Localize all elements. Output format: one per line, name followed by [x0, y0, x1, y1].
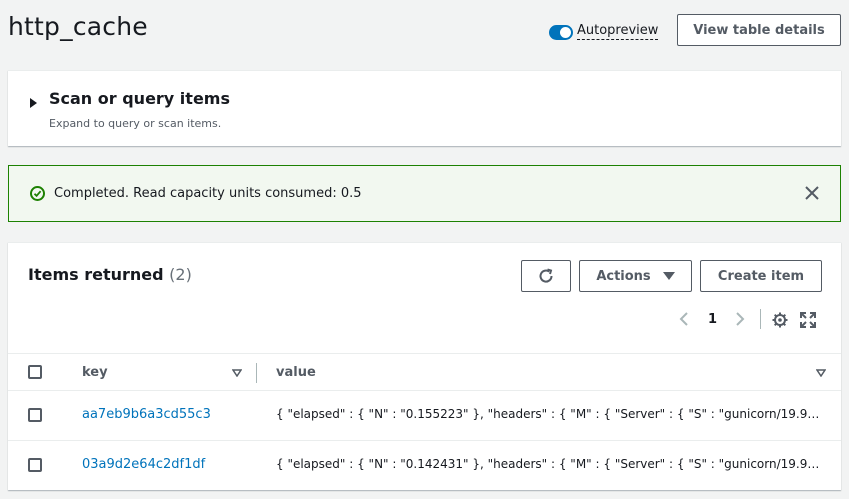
- caret-right-icon[interactable]: [30, 98, 37, 108]
- chevron-left-icon[interactable]: [679, 311, 689, 327]
- check-circle-icon: [30, 186, 45, 201]
- scan-query-subtitle: Expand to query or scan items.: [49, 117, 222, 130]
- column-divider[interactable]: [256, 363, 257, 383]
- sort-down-icon[interactable]: [816, 369, 826, 377]
- row-checkbox[interactable]: [28, 408, 42, 422]
- actions-dropdown[interactable]: Actions: [579, 260, 692, 292]
- close-icon[interactable]: [804, 185, 820, 201]
- sort-down-icon[interactable]: [232, 369, 242, 377]
- page-title: http_cache: [8, 12, 148, 41]
- select-all-checkbox[interactable]: [28, 365, 42, 379]
- view-table-details-button[interactable]: View table details: [677, 14, 841, 46]
- column-header-key[interactable]: key: [82, 365, 108, 380]
- pagination-divider: [760, 309, 761, 329]
- refresh-button[interactable]: [521, 260, 571, 292]
- table-row: aa7eb9b6a3cd55c3 { "elapsed" : { "N" : "…: [8, 391, 841, 441]
- autopreview-label[interactable]: Autopreview: [577, 23, 659, 40]
- table-row: 03a9d2e64c2df1df { "elapsed" : { "N" : "…: [8, 441, 841, 491]
- scan-query-title[interactable]: Scan or query items: [49, 89, 230, 108]
- gear-icon[interactable]: [772, 312, 788, 328]
- page-number[interactable]: 1: [708, 312, 717, 327]
- table-header: key value: [8, 353, 841, 391]
- success-flash: Completed. Read capacity units consumed:…: [8, 165, 841, 222]
- item-value: { "elapsed" : { "N" : "0.155223" }, "hea…: [276, 407, 821, 421]
- autopreview-toggle[interactable]: [549, 25, 573, 40]
- items-title: Items returned: [28, 265, 164, 284]
- scan-query-panel: Scan or query items Expand to query or s…: [8, 70, 841, 146]
- items-count: (2): [169, 265, 192, 284]
- toggle-knob: [560, 27, 571, 38]
- expand-icon[interactable]: [800, 312, 816, 328]
- items-panel: Items returned (2) Actions Create item 1…: [8, 242, 841, 490]
- caret-down-icon: [662, 272, 675, 280]
- flash-message: Completed. Read capacity units consumed:…: [54, 186, 362, 201]
- actions-label: Actions: [596, 268, 651, 284]
- create-item-button[interactable]: Create item: [700, 260, 822, 292]
- refresh-icon: [539, 268, 553, 283]
- chevron-right-icon[interactable]: [735, 311, 745, 327]
- items-heading: Items returned (2): [28, 265, 192, 284]
- row-checkbox[interactable]: [28, 458, 42, 472]
- item-value: { "elapsed" : { "N" : "0.142431" }, "hea…: [276, 457, 821, 471]
- column-header-value[interactable]: value: [276, 365, 316, 380]
- item-key-link[interactable]: aa7eb9b6a3cd55c3: [82, 407, 211, 422]
- item-key-link[interactable]: 03a9d2e64c2df1df: [82, 457, 205, 472]
